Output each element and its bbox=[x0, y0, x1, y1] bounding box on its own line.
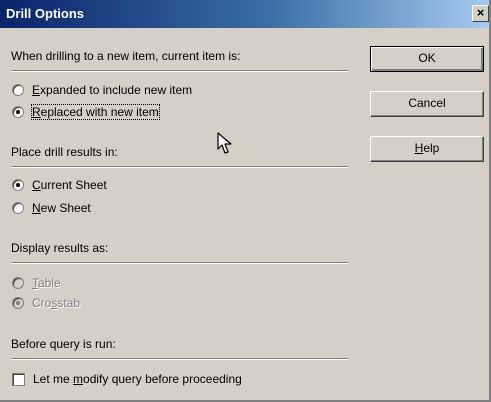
radio-button-expanded[interactable] bbox=[12, 84, 24, 96]
dialog-title: Drill Options bbox=[6, 6, 84, 21]
drill-section-label: When drilling to a new item, current ite… bbox=[11, 49, 241, 63]
radio-replaced[interactable]: Replaced with new item bbox=[12, 104, 160, 120]
radio-new-sheet[interactable]: New Sheet bbox=[12, 200, 91, 216]
results-section-label: Place drill results in: bbox=[11, 145, 118, 159]
radio-label-expanded: Expanded to include new item bbox=[32, 83, 193, 97]
modify-query-label: Let me modify query before proceeding bbox=[33, 372, 242, 386]
cancel-button[interactable]: Cancel bbox=[370, 91, 484, 117]
ok-button[interactable]: OK bbox=[370, 46, 484, 72]
query-section-label: Before query is run: bbox=[11, 337, 116, 351]
radio-current-sheet[interactable]: Current Sheet bbox=[12, 177, 107, 193]
radio-table[interactable]: Table bbox=[12, 275, 61, 291]
results-section-divider bbox=[11, 166, 348, 168]
radio-label-current-sheet: Current Sheet bbox=[32, 178, 107, 192]
radio-button-replaced[interactable] bbox=[12, 106, 24, 118]
close-button[interactable]: × bbox=[472, 5, 489, 22]
radio-button-new-sheet[interactable] bbox=[12, 202, 24, 214]
display-section-divider bbox=[11, 262, 348, 264]
display-section-label: Display results as: bbox=[11, 241, 109, 255]
radio-label-crosstab: Crosstab bbox=[32, 296, 81, 310]
modify-query-option[interactable]: Let me modify query before proceeding bbox=[12, 372, 242, 386]
radio-label-new-sheet: New Sheet bbox=[32, 201, 91, 215]
title-bar[interactable]: Drill Options × bbox=[0, 0, 489, 28]
radio-label-replaced: Replaced with new item bbox=[31, 104, 160, 120]
query-section-divider bbox=[11, 358, 348, 360]
drill-section-divider bbox=[11, 70, 348, 72]
radio-button-current-sheet[interactable] bbox=[12, 179, 24, 191]
help-button[interactable]: Help bbox=[370, 136, 484, 162]
close-icon: × bbox=[476, 5, 485, 20]
radio-expanded[interactable]: Expanded to include new item bbox=[12, 82, 192, 98]
radio-button-crosstab[interactable] bbox=[12, 297, 24, 309]
mouse-pointer-icon bbox=[217, 132, 232, 154]
radio-label-table: Table bbox=[32, 276, 61, 290]
radio-button-table[interactable] bbox=[12, 277, 24, 289]
drill-options-dialog: Drill Options × When drilling to a new i… bbox=[0, 0, 491, 402]
radio-crosstab[interactable]: Crosstab bbox=[12, 295, 80, 311]
modify-query-checkbox[interactable] bbox=[12, 372, 25, 386]
